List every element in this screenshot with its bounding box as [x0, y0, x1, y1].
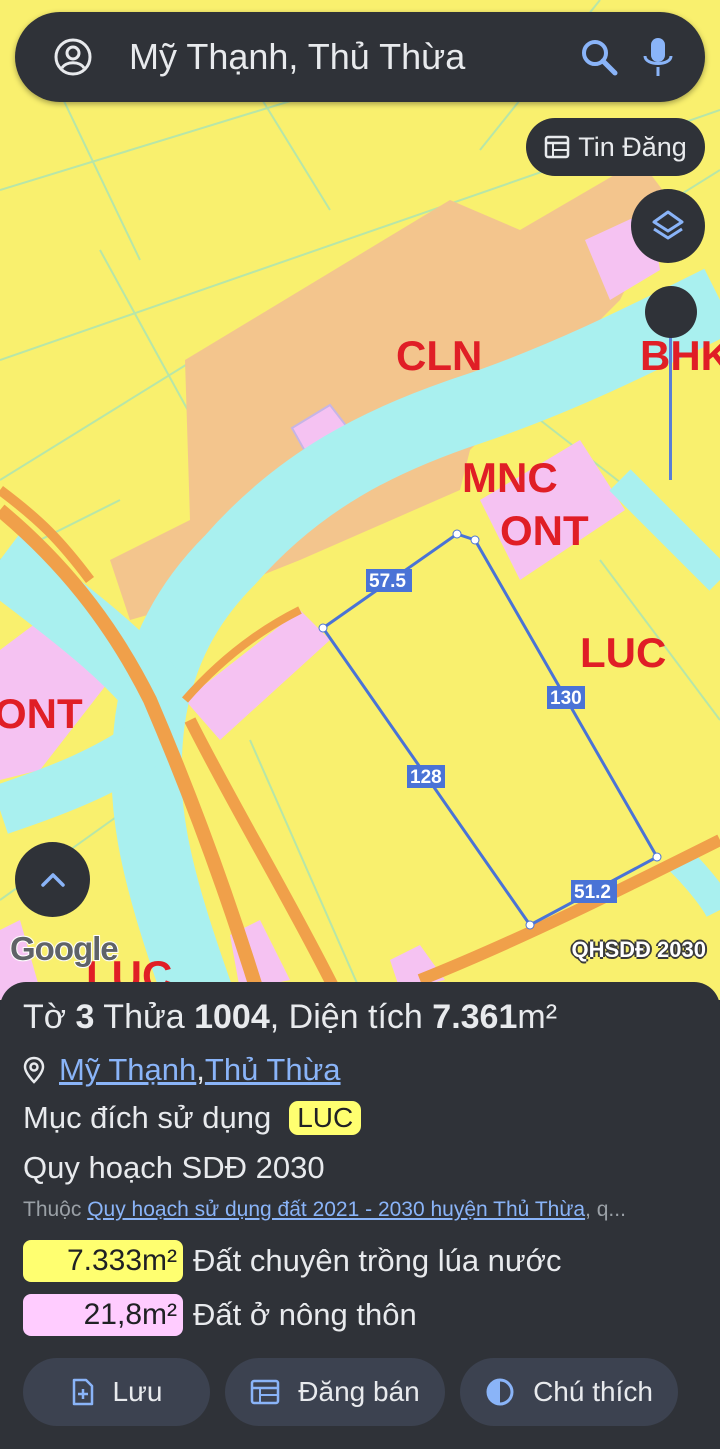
label-mnc: MNC	[462, 454, 558, 501]
google-logo: Google	[9, 929, 120, 968]
district-link[interactable]: Thủ Thừa	[205, 1052, 341, 1088]
location-pin-icon	[23, 1056, 45, 1084]
label-ont-left: ONT	[0, 690, 83, 737]
land-use-desc-1: Đất chuyên trồng lúa nước	[193, 1243, 562, 1278]
save-label: Lưu	[112, 1376, 163, 1407]
microphone-icon[interactable]	[641, 36, 675, 78]
plan-source-link[interactable]: Quy hoạch sử dụng đất 2021 - 2030 huyện …	[87, 1198, 585, 1221]
label-luc-right: LUC	[580, 629, 666, 676]
land-use-row-1: 7.333m² Đất chuyên trồng lúa nước	[23, 1240, 562, 1282]
label-cln: CLN	[396, 332, 482, 379]
listings-label: Tin Đăng	[578, 131, 687, 162]
land-purpose: Mục đích sử dụng LUC	[23, 1100, 362, 1136]
sheet-number: 3	[75, 998, 95, 1036]
search-bar[interactable]: Mỹ Thạnh, Thủ Thừa	[15, 12, 705, 102]
plot-label: Thửa	[103, 998, 185, 1036]
search-icon[interactable]	[579, 37, 619, 77]
area-value: 7.361	[432, 998, 518, 1036]
action-buttons: Lưu Đăng bán Chú thích	[23, 1358, 678, 1426]
plan-source-suffix: , q...	[585, 1198, 626, 1221]
search-input[interactable]: Mỹ Thạnh, Thủ Thừa	[129, 36, 579, 78]
purpose-code-badge: LUC	[289, 1101, 362, 1135]
dim-right: 130	[550, 688, 582, 709]
plan-title: Quy hoạch SDĐ 2030	[23, 1150, 325, 1185]
area-unit: m²	[517, 998, 558, 1036]
parcel-location: Mỹ Thạnh, Thủ Thừa	[23, 1052, 341, 1088]
land-use-area-2: 21,8m²	[23, 1294, 183, 1336]
legend-label: Chú thích	[533, 1376, 653, 1407]
plot-number: 1004	[194, 998, 270, 1036]
sheet-label: Tờ	[23, 998, 67, 1036]
layers-button[interactable]	[631, 189, 705, 263]
land-use-desc-2: Đất ở nông thôn	[193, 1297, 417, 1332]
land-use-row-2: 21,8m² Đất ở nông thôn	[23, 1294, 417, 1336]
account-icon[interactable]	[53, 37, 93, 77]
layers-icon	[652, 210, 684, 240]
post-sale-label: Đăng bán	[298, 1376, 420, 1407]
dim-bottom: 51.2	[574, 882, 611, 903]
plan-source: Thuộc Quy hoạch sử dụng đất 2021 - 2030 …	[23, 1198, 719, 1222]
chevron-up-icon	[40, 872, 65, 887]
listing-icon	[251, 1379, 280, 1405]
opacity-slider-handle[interactable]	[645, 286, 697, 338]
label-ont-top: ONT	[500, 507, 589, 554]
dim-top: 57.5	[369, 571, 406, 592]
parcel-title: Tờ 3 Thửa 1004, Diện tích 7.361m²	[23, 998, 557, 1037]
commune-link[interactable]: Mỹ Thạnh	[59, 1052, 196, 1088]
listing-icon	[544, 135, 570, 159]
plan-source-label: Thuộc	[23, 1198, 88, 1221]
save-button[interactable]: Lưu	[23, 1358, 210, 1426]
land-use-area-1: 7.333m²	[23, 1240, 183, 1282]
dim-left: 128	[410, 767, 442, 788]
purpose-label: Mục đích sử dụng	[23, 1100, 272, 1135]
label-bhk: BHK	[640, 332, 720, 379]
expand-panel-button[interactable]	[15, 842, 90, 917]
legend-button[interactable]: Chú thích	[460, 1358, 678, 1426]
map-year-label: QHSDĐ 2030	[571, 937, 706, 962]
add-bookmark-icon	[72, 1378, 93, 1406]
area-label: , Diện tích	[269, 998, 423, 1036]
listings-button[interactable]: Tin Đăng	[526, 118, 705, 176]
location-separator: ,	[196, 1052, 205, 1087]
contrast-icon	[486, 1378, 514, 1406]
app-root: CLN BHK MNC ONT ONT LUC LUC 57.5 128 130…	[0, 0, 720, 1449]
post-sale-button[interactable]: Đăng bán	[225, 1358, 445, 1426]
parcel-info-panel: Tờ 3 Thửa 1004, Diện tích 7.361m² Mỹ Thạ…	[0, 982, 720, 1449]
